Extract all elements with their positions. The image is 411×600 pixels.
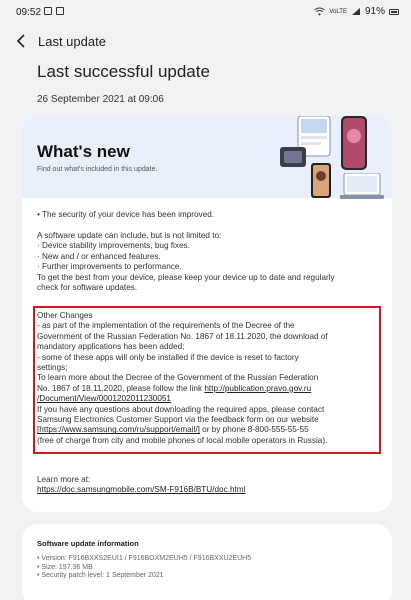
description-line: A software update can include, but is no… (37, 231, 222, 240)
software-info-details: • Version: F916BXXS2EUI1 / F916BOXM2EUH5… (37, 555, 251, 581)
other-changes-line: If you have any questions about download… (37, 404, 325, 414)
software-version: • Version: F916BXXS2EUI1 / F916BOXM2EUH5… (37, 555, 252, 562)
notification-icon (44, 7, 52, 15)
description-line: · Device stability improvements, bug fix… (37, 241, 190, 251)
signal-icon (351, 8, 360, 15)
notification-icons (44, 7, 64, 15)
learn-more: Learn more at: https://doc.samsungmobile… (37, 475, 245, 496)
gallery-icon (56, 7, 64, 15)
foldable-illustration (280, 147, 306, 167)
phone-text: or by phone 8-800-555-55-55 (199, 425, 309, 435)
pravo-link[interactable]: http://publication.pravo.gov.ru (204, 384, 311, 393)
other-changes-line: Samsung Electronics Customer Support via… (37, 415, 319, 425)
whats-new-card: What's new Find out what's included in t… (22, 116, 392, 512)
update-date: 26 September 2021 at 09:06 (37, 94, 164, 105)
description-line: To get the best from your device, please… (37, 272, 335, 282)
other-changes-line: To learn more about the Decree of the Go… (37, 373, 319, 383)
status-icons: VoLTE 91% (314, 6, 399, 17)
status-bar: 09:52 VoLTE 91% (0, 0, 411, 24)
update-description: A software update can include, but is no… (37, 231, 382, 293)
battery-percent: 91% (364, 6, 385, 17)
description-line: · Further improvements to performance. (37, 262, 182, 272)
volte-label: VoLTE (329, 8, 347, 15)
chevron-left-icon (16, 34, 25, 48)
selfie-phone-illustration (311, 163, 331, 198)
other-changes-line: (free of charge from city and mobile pho… (37, 435, 328, 445)
software-info-card: Software update information • Version: F… (22, 524, 392, 600)
other-changes-line: - some of these apps will only be instal… (37, 352, 299, 362)
other-changes-heading: Other Changes (37, 311, 93, 320)
status-time: 09:52 (16, 7, 42, 18)
other-changes-line: [https://www.samsung.com/ru/support/emai… (37, 425, 382, 435)
learn-more-label: Learn more at: (37, 475, 91, 484)
whats-new-title: What's new (37, 142, 130, 161)
back-button[interactable] (10, 30, 32, 52)
learn-more-link[interactable]: https://doc.samsungmobile.com/SM-F916B/B… (37, 485, 245, 494)
laptop-illustration (340, 173, 384, 199)
other-changes-line: settings; (37, 363, 68, 373)
other-changes-line: No. 1867 of 18.11.2020, please follow th… (37, 384, 382, 394)
security-note: • The security of your device has been i… (37, 210, 215, 219)
decree-text: No. 1867 of 18.11.2020, please follow th… (37, 383, 205, 393)
wifi-icon (314, 7, 326, 16)
other-changes-line: - as part of the implementation of the r… (37, 321, 295, 331)
description-line: check for software updates. (37, 283, 138, 293)
other-changes-line: Government of the Russian Federation No.… (37, 331, 328, 341)
other-changes: Other Changes - as part of the implement… (37, 311, 382, 446)
page-title: Last successful update (37, 62, 210, 81)
samsung-support-link[interactable]: [https://www.samsung.com/ru/support/emai… (37, 425, 200, 434)
intro-text: • The security of your device has been i… (37, 210, 382, 220)
other-changes-line: /Document/View/0001202011230051 (37, 394, 382, 404)
security-patch-level: • Security patch level: 1 September 2021 (37, 572, 164, 580)
whats-new-subtitle: Find out what's included in this update. (37, 166, 158, 173)
other-changes-line: mandatory applications has been added; (37, 342, 185, 352)
whats-new-banner: What's new Find out what's included in t… (22, 116, 392, 199)
description-line: · New and / or enhanced features. (37, 251, 161, 261)
app-bar-title: Last update (38, 34, 106, 49)
software-info-title: Software update information (37, 539, 139, 548)
app-bar: Last update (0, 28, 411, 54)
battery-icon (389, 8, 399, 15)
software-size: • Size: 197.36 MB (37, 563, 93, 571)
pravo-link-path[interactable]: /Document/View/0001202011230051 (37, 394, 171, 403)
phone-illustration (341, 116, 367, 170)
